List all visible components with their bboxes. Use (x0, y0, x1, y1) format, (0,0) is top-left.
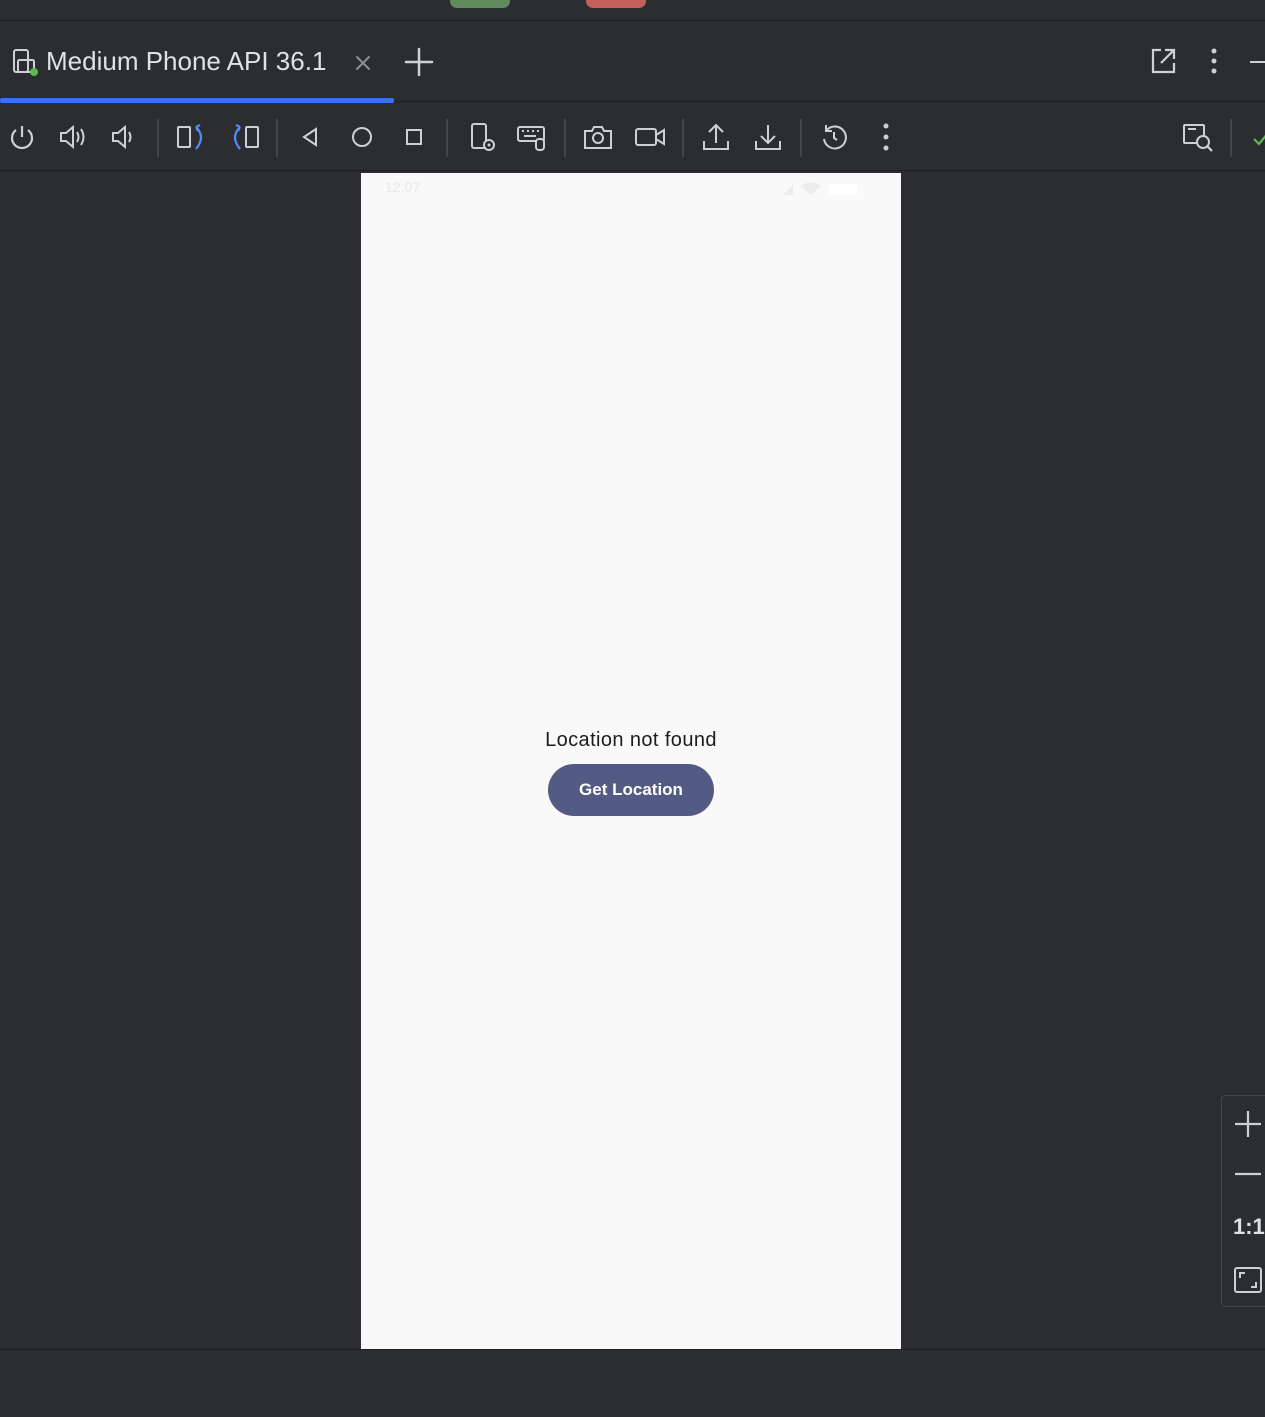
power-icon[interactable] (6, 121, 38, 153)
inspect-icon[interactable] (1182, 121, 1214, 153)
more-icon[interactable] (870, 121, 902, 153)
status-time: 12:07 (385, 179, 421, 195)
checkmark-icon[interactable] (1250, 121, 1265, 153)
back-icon[interactable] (294, 121, 326, 153)
toolbar-separator (446, 119, 448, 157)
fit-screen-icon[interactable] (1232, 1264, 1264, 1296)
toolbar-separator (1230, 119, 1232, 157)
device-tab-bar: Medium Phone API 36.1 (0, 22, 1265, 103)
tab-title: Medium Phone API 36.1 (46, 46, 327, 76)
tab-device[interactable]: Medium Phone API 36.1 (0, 22, 394, 103)
status-indicator-red (586, 0, 646, 8)
open-external-icon[interactable] (1148, 46, 1178, 76)
more-options-icon[interactable] (1202, 46, 1226, 76)
location-message: Location not found (545, 729, 717, 751)
close-icon[interactable] (352, 52, 376, 76)
window-title-strip (0, 0, 1265, 21)
get-location-button[interactable]: Get Location (548, 764, 714, 816)
home-icon[interactable] (346, 121, 378, 153)
zoom-controls: 1:1 (1221, 1095, 1265, 1307)
add-tab-icon[interactable] (403, 46, 435, 78)
overview-icon[interactable] (398, 121, 430, 153)
actual-size-button[interactable]: 1:1 (1233, 1214, 1265, 1240)
reset-icon[interactable] (818, 121, 850, 153)
rotate-right-icon[interactable] (228, 121, 260, 153)
toolbar-separator (564, 119, 566, 157)
zoom-out-icon[interactable] (1232, 1158, 1264, 1190)
status-indicator-green (450, 0, 510, 8)
toolbar-separator (800, 119, 802, 157)
zoom-in-icon[interactable] (1232, 1108, 1264, 1140)
screen-record-icon[interactable] (634, 121, 666, 153)
keyboard-icon[interactable] (516, 121, 548, 153)
emulator-toolbar (0, 103, 1265, 171)
status-bar-icons (771, 181, 861, 197)
minimize-icon[interactable] (1250, 60, 1265, 64)
upload-icon[interactable] (700, 121, 732, 153)
device-screen[interactable]: 12:07 Location not found Get Location (361, 173, 901, 1349)
toolbar-separator (682, 119, 684, 157)
volume-up-icon[interactable] (57, 121, 89, 153)
toolbar-separator (276, 119, 278, 157)
volume-down-icon[interactable] (107, 121, 139, 153)
toolbar-separator (157, 119, 159, 157)
screenshot-icon[interactable] (582, 121, 614, 153)
download-icon[interactable] (752, 121, 784, 153)
bottom-status-bar (0, 1349, 1265, 1417)
device-settings-icon[interactable] (467, 121, 499, 153)
rotate-left-icon[interactable] (176, 121, 208, 153)
device-icon (10, 48, 40, 78)
